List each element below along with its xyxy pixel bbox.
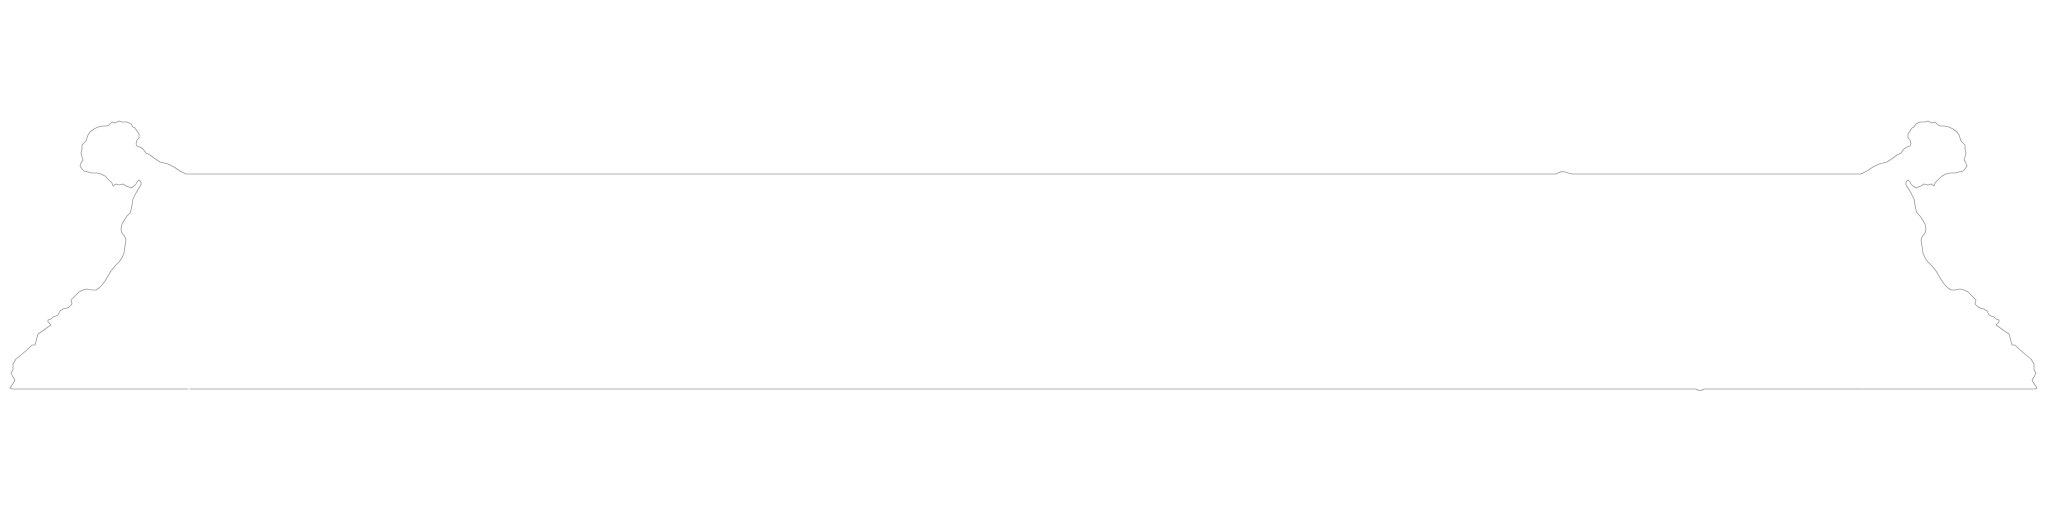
outline-drawing-canvas xyxy=(9,120,2038,391)
cabinet-outline xyxy=(9,120,2038,391)
right-carved-end-scroll xyxy=(1856,120,2038,390)
top-rail-edge xyxy=(185,171,1862,175)
left-carved-upper-scroll xyxy=(9,120,189,390)
bottom-rail-edge xyxy=(189,388,1858,391)
